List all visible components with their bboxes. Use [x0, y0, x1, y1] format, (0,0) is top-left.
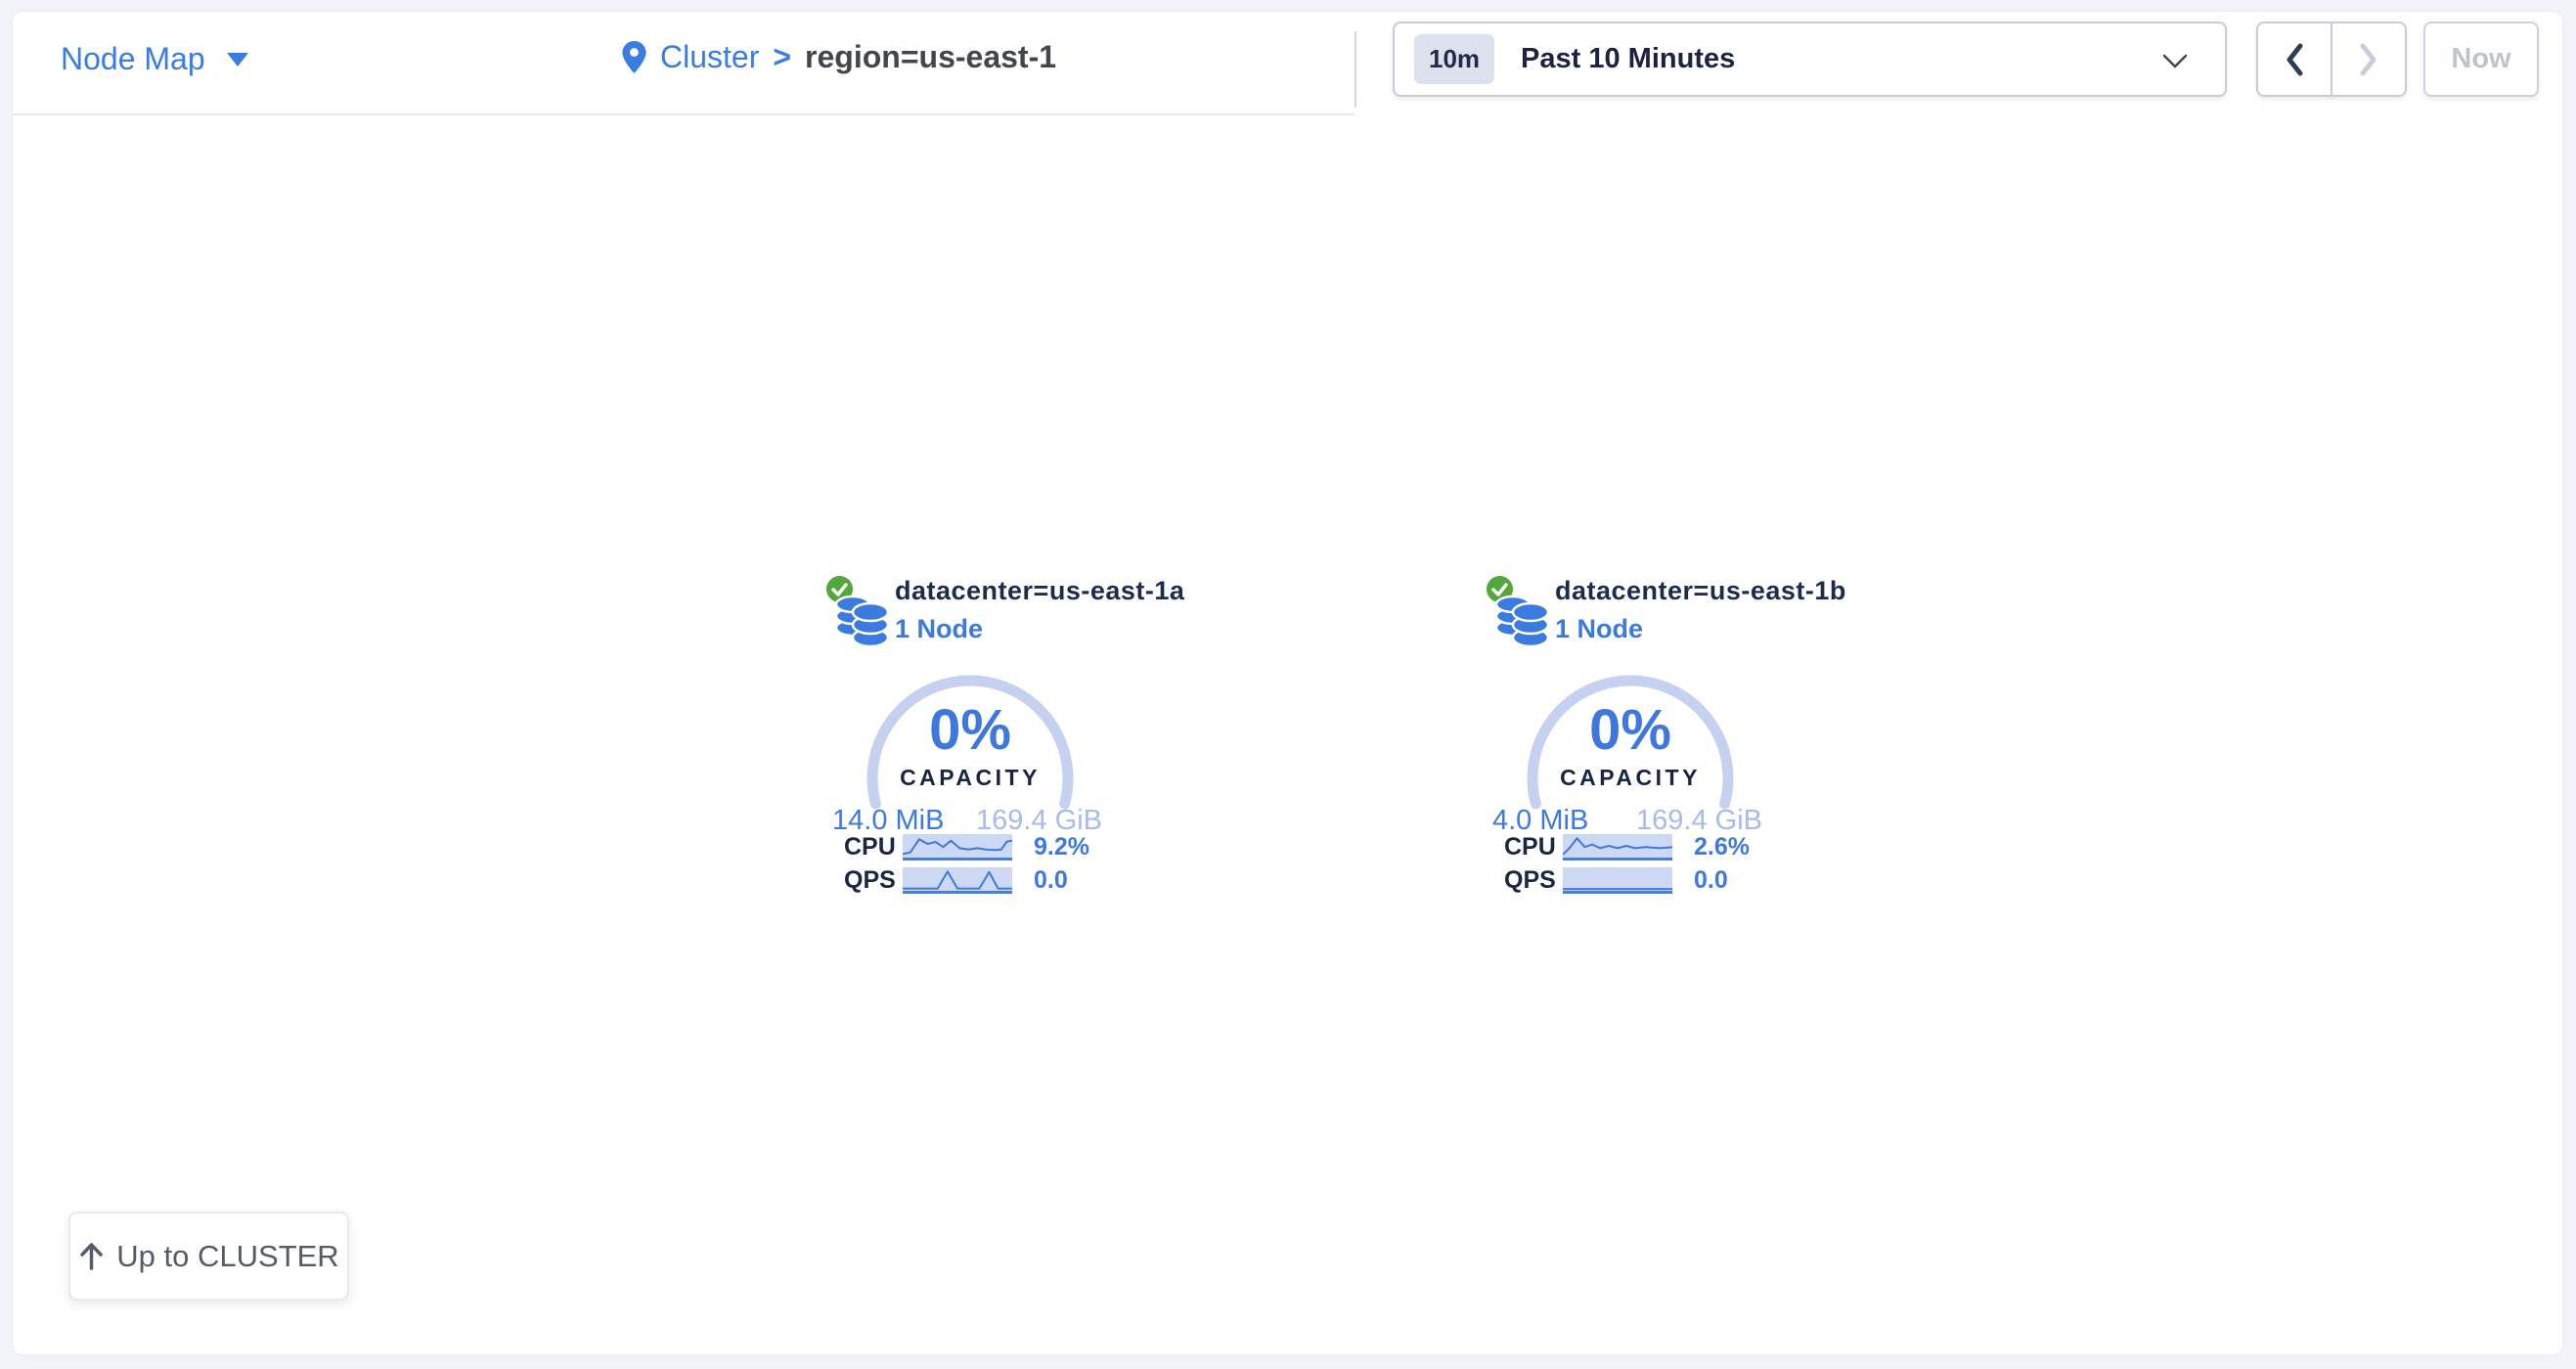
qps-value: 0.0 [1694, 866, 1728, 895]
view-selector-dropdown[interactable]: Node Map [61, 41, 248, 77]
chevron-right-icon [2358, 42, 2379, 77]
datacenter-title: datacenter=us-east-1b [1555, 576, 1846, 606]
cpu-value: 9.2% [1034, 833, 1089, 861]
breadcrumb-cluster-link[interactable]: Cluster [660, 39, 759, 75]
qps-sparkline [1563, 867, 1672, 894]
database-stack-icon [833, 591, 890, 649]
cpu-value: 2.6% [1694, 833, 1750, 861]
qps-label: QPS [1504, 866, 1561, 895]
datacenter-card-us-east-1a[interactable]: datacenter=us-east-1a 1 Node 0% CAPACITY… [824, 572, 1130, 900]
location-pin-icon [622, 41, 646, 73]
qps-metric-row: QPS 0.0 [844, 866, 1068, 895]
time-back-button[interactable] [2256, 22, 2332, 97]
database-stack-icon [1493, 591, 1550, 649]
datacenter-card-header: datacenter=us-east-1a 1 Node [895, 576, 1184, 644]
arrow-up-icon [78, 1242, 105, 1271]
qps-sparkline [903, 867, 1012, 894]
time-range-badge: 10m [1414, 34, 1494, 84]
datacenter-card-us-east-1b[interactable]: datacenter=us-east-1b 1 Node 0% CAPACITY… [1485, 572, 1790, 900]
capacity-label: CAPACITY [1518, 765, 1743, 791]
time-forward-button[interactable] [2332, 22, 2407, 97]
breadcrumb-current: region=us-east-1 [805, 39, 1056, 75]
cpu-sparkline [903, 834, 1012, 861]
node-map-panel: Node Map Cluster > region=us-east-1 10m … [13, 12, 2562, 1354]
capacity-gauge: 0% CAPACITY [1518, 670, 1743, 818]
chevron-left-icon [2284, 42, 2305, 77]
qps-label: QPS [844, 866, 901, 895]
node-count-label: 1 Node [895, 614, 1184, 644]
up-to-cluster-button[interactable]: Up to CLUSTER [68, 1212, 349, 1301]
header-divider-horizontal [13, 113, 1355, 115]
time-range-label: Past 10 Minutes [1521, 43, 1735, 75]
qps-metric-row: QPS 0.0 [1504, 866, 1728, 895]
capacity-label: CAPACITY [858, 765, 1083, 791]
now-button[interactable]: Now [2423, 22, 2539, 97]
cpu-sparkline [1563, 834, 1672, 861]
capacity-percent: 0% [858, 697, 1083, 763]
datacenter-card-header: datacenter=us-east-1b 1 Node [1555, 576, 1846, 644]
capacity-percent: 0% [1518, 697, 1743, 763]
cpu-label: CPU [844, 833, 901, 861]
cpu-metric-row: CPU 2.6% [1504, 833, 1750, 861]
datacenter-title: datacenter=us-east-1a [895, 576, 1184, 606]
cpu-metric-row: CPU 9.2% [844, 833, 1089, 861]
cpu-label: CPU [1504, 833, 1561, 861]
time-nav-group [2256, 22, 2407, 97]
up-to-cluster-label: Up to CLUSTER [116, 1239, 338, 1274]
breadcrumb: Cluster > region=us-east-1 [622, 39, 1056, 75]
breadcrumb-separator: > [773, 39, 791, 75]
node-count-label: 1 Node [1555, 614, 1846, 644]
header-divider-vertical [1355, 31, 1356, 108]
view-selector-label: Node Map [61, 41, 205, 77]
capacity-gauge: 0% CAPACITY [858, 670, 1083, 818]
qps-value: 0.0 [1034, 866, 1068, 895]
time-range-dropdown[interactable]: 10m Past 10 Minutes [1393, 22, 2227, 97]
chevron-down-icon [2162, 54, 2188, 69]
caret-down-icon [227, 53, 248, 66]
